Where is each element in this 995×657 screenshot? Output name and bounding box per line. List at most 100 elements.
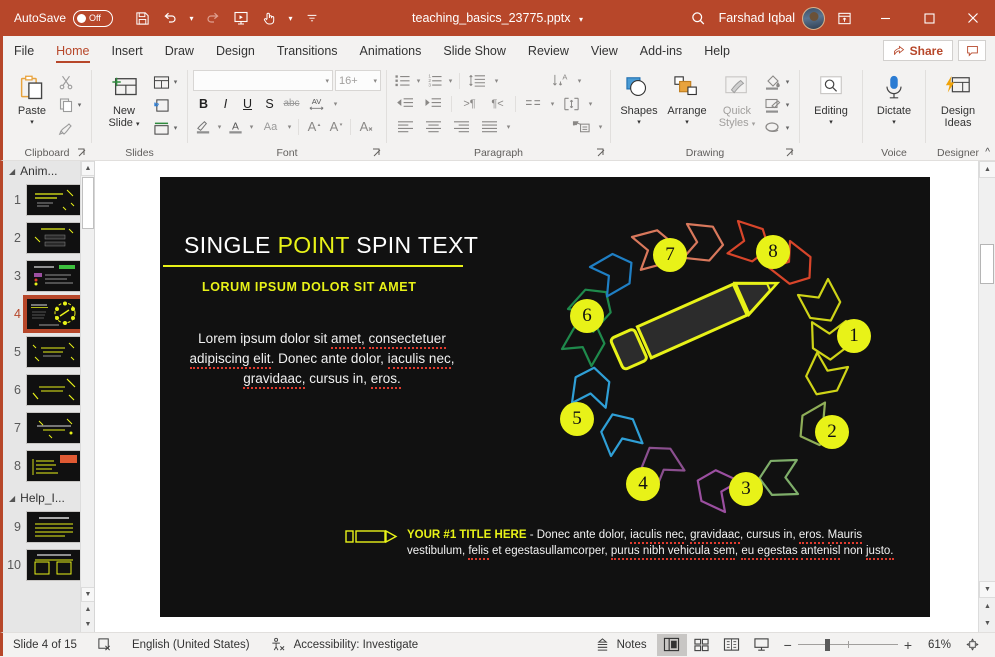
increase-font-size-button[interactable]: A [303, 116, 324, 137]
font-color-dropdown-icon[interactable]: ▾ [247, 123, 256, 131]
touch-mode-dropdown-icon[interactable]: ▾ [284, 5, 297, 31]
format-painter-button[interactable] [56, 117, 86, 139]
columns-dropdown-icon[interactable]: ▾ [548, 100, 557, 108]
justify-button[interactable] [476, 116, 503, 137]
font-name-dropdown-icon[interactable]: ▾ [325, 77, 329, 85]
italic-button[interactable]: I [215, 93, 236, 114]
bullets-button[interactable] [392, 70, 413, 91]
bullets-dropdown-icon[interactable]: ▾ [414, 77, 423, 85]
layout-button[interactable]: ▾ [151, 71, 182, 93]
badge-6[interactable]: 6 [570, 298, 604, 333]
shape-outline-dropdown-icon[interactable]: ▾ [783, 101, 792, 109]
tab-draw[interactable]: Draw [154, 36, 205, 65]
comments-button[interactable] [958, 40, 986, 61]
user-name-label[interactable]: Farshad Iqbal [719, 11, 795, 25]
canvas-next-slide-button[interactable]: ▼ [979, 615, 995, 632]
align-left-button[interactable] [392, 116, 419, 137]
copy-button[interactable]: ▾ [56, 94, 86, 116]
thumbnail-scrollbar[interactable]: ▲ ▼ ▲ ▼ [80, 161, 94, 632]
bold-button[interactable]: B [193, 93, 214, 114]
tab-animations[interactable]: Animations [349, 36, 433, 65]
character-spacing-button[interactable]: AV [303, 93, 330, 114]
undo-icon[interactable] [157, 5, 183, 31]
new-slide-button[interactable]: New Slide ▾ [97, 69, 151, 131]
fit-to-window-icon[interactable] [957, 634, 987, 656]
autosave-toggle[interactable]: Off [73, 9, 114, 27]
slide-thumbnail[interactable] [26, 450, 83, 482]
strikethrough-button[interactable]: abc [281, 93, 302, 114]
justify-dropdown-icon[interactable]: ▾ [504, 123, 513, 131]
scroll-down-button[interactable]: ▼ [81, 587, 94, 602]
slide-subtitle[interactable]: LORUM IPSUM DOLOR SIT AMET [202, 280, 416, 294]
document-title-text[interactable]: teaching_basics_23775.pptx [412, 11, 570, 25]
quick-styles-dropdown-icon[interactable]: ▾ [752, 121, 756, 128]
font-dialog-launcher[interactable] [372, 148, 383, 161]
cut-button[interactable] [56, 71, 86, 93]
badge-1[interactable]: 1 [837, 318, 871, 353]
align-text-dropdown-icon[interactable]: ▾ [586, 100, 595, 108]
shape-effects-dropdown-icon[interactable]: ▾ [783, 124, 792, 132]
next-slide-button[interactable]: ▼ [81, 617, 94, 632]
ltr-text-direction-button[interactable]: >¶ [456, 93, 483, 114]
dictate-dropdown-icon[interactable]: ▾ [892, 118, 896, 127]
section-button[interactable]: ▾ [151, 117, 182, 139]
slide-body-text[interactable]: Lorem ipsum dolor sit amet, consectetuer… [182, 329, 462, 389]
tab-transitions[interactable]: Transitions [266, 36, 349, 65]
previous-slide-button[interactable]: ▲ [81, 602, 94, 617]
shapes-dropdown-icon[interactable]: ▾ [637, 118, 641, 127]
align-center-button[interactable] [420, 116, 447, 137]
slide-thumbnail[interactable] [26, 412, 83, 444]
document-title-dropdown-icon[interactable]: ▾ [579, 15, 583, 24]
layout-dropdown-icon[interactable]: ▾ [171, 78, 180, 86]
increase-indent-button[interactable] [420, 93, 447, 114]
shapes-button[interactable]: Shapes ▾ [616, 69, 662, 127]
avatar[interactable] [802, 6, 825, 30]
slide-canvas[interactable]: SINGLE POINT SPIN TEXT LORUM IPSUM DOLOR… [160, 176, 930, 617]
paragraph-dialog-launcher[interactable] [596, 148, 607, 161]
copy-dropdown-icon[interactable]: ▾ [75, 101, 84, 109]
canvas-previous-slide-button[interactable]: ▲ [979, 598, 995, 615]
badge-2[interactable]: 2 [815, 414, 849, 449]
shape-fill-button[interactable]: ▾ [762, 71, 794, 93]
canvas-scroll-down-button[interactable]: ▼ [979, 581, 995, 598]
canvas-scrollbar-thumb[interactable] [980, 244, 994, 284]
decrease-indent-button[interactable] [392, 93, 419, 114]
language-status[interactable]: English (United States) [122, 633, 260, 657]
underline-button[interactable]: U [237, 93, 258, 114]
zoom-handle[interactable] [824, 638, 830, 651]
clear-formatting-button[interactable]: A [355, 116, 376, 137]
align-text-button[interactable] [558, 93, 585, 114]
scrollbar-thumb[interactable] [82, 177, 94, 229]
zoom-percent-label[interactable]: 61% [919, 639, 951, 651]
font-size-dropdown-icon[interactable]: ▾ [373, 77, 377, 85]
tab-insert[interactable]: Insert [101, 36, 154, 65]
slide-thumbnail[interactable] [26, 184, 83, 216]
normal-view-button[interactable] [656, 633, 687, 656]
section-dropdown-icon[interactable]: ▾ [171, 124, 180, 132]
slide-thumbnail[interactable] [26, 336, 83, 368]
reset-button[interactable] [151, 94, 182, 116]
scroll-up-button[interactable]: ▲ [81, 161, 94, 176]
close-button[interactable] [951, 0, 995, 36]
undo-dropdown-icon[interactable]: ▾ [185, 5, 198, 31]
text-direction-button[interactable]: A [547, 70, 574, 91]
text-shadow-button[interactable]: S [259, 93, 280, 114]
shape-outline-button[interactable]: ▾ [762, 94, 794, 116]
search-icon[interactable] [679, 0, 719, 36]
zoom-track[interactable] [797, 638, 898, 651]
slide-thumbnail[interactable] [26, 222, 83, 254]
tab-home[interactable]: Home [45, 36, 100, 65]
font-color-button[interactable]: A [225, 116, 246, 137]
change-case-button[interactable]: Aa [257, 116, 284, 137]
character-spacing-dropdown-icon[interactable]: ▾ [331, 100, 340, 108]
font-name-input[interactable]: ▾ [193, 70, 333, 91]
change-case-dropdown-icon[interactable]: ▾ [285, 123, 294, 131]
arrange-button[interactable]: Arrange ▾ [662, 69, 712, 127]
tab-review[interactable]: Review [517, 36, 580, 65]
badge-8[interactable]: 8 [756, 234, 790, 269]
align-right-button[interactable] [448, 116, 475, 137]
tab-view[interactable]: View [580, 36, 629, 65]
drawing-dialog-launcher[interactable] [785, 148, 796, 161]
slide-title[interactable]: SINGLE POINT SPIN TEXT [184, 232, 478, 259]
share-button[interactable]: Share [882, 40, 953, 61]
